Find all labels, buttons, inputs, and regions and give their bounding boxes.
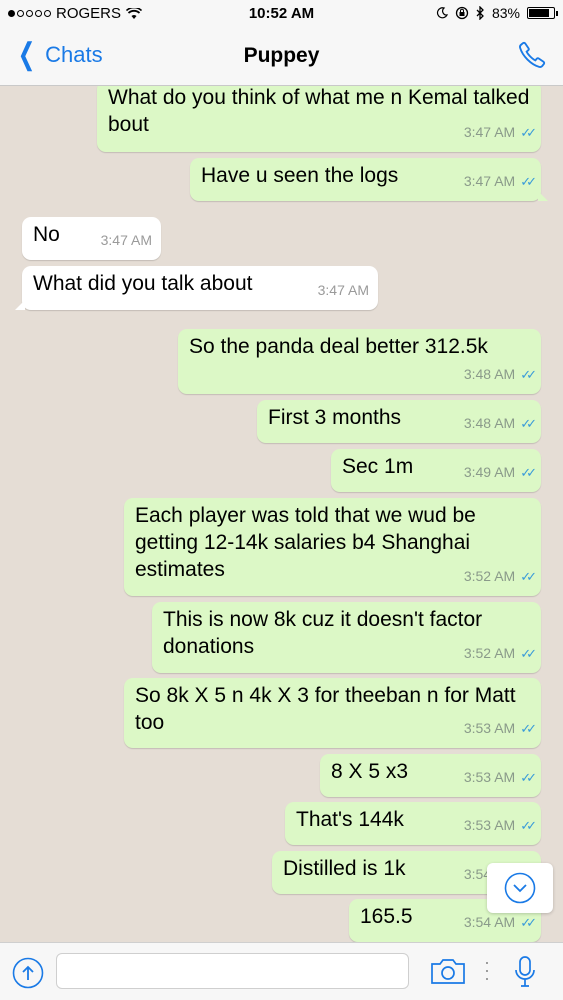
microphone-icon xyxy=(515,956,535,987)
message-bubble[interactable]: Each player was told that we wud be gett… xyxy=(124,498,541,596)
rotation-lock-icon xyxy=(455,6,469,20)
message-time: 3:53 AM xyxy=(463,769,516,785)
message-text: Each player was told that we wud be gett… xyxy=(135,504,476,581)
message-text: 8 X 5 x3 xyxy=(331,760,409,783)
microphone-button[interactable] xyxy=(513,955,537,994)
separator-dots: · · · xyxy=(484,952,490,988)
call-button[interactable] xyxy=(517,40,547,75)
battery-percent: 83% xyxy=(491,5,520,21)
message-time: 3:53 AM xyxy=(463,817,516,833)
message-text: That's 144k xyxy=(296,808,404,831)
message-bubble[interactable]: This is now 8k cuz it doesn't factor don… xyxy=(152,602,541,673)
chat-header: ❮ Chats Puppey xyxy=(0,28,563,86)
battery-fill xyxy=(529,9,549,17)
read-receipt-icon: ✓✓ xyxy=(520,174,537,189)
composer-bar: · · · xyxy=(0,942,563,1000)
message-input[interactable] xyxy=(56,953,409,989)
bluetooth-icon xyxy=(476,6,484,20)
message-bubble[interactable]: 8 X 5 x3 3:53 AM ✓✓ xyxy=(320,754,541,797)
message-text: Sec 1m xyxy=(342,455,414,478)
message-bubble[interactable]: Sec 1m 3:49 AM ✓✓ xyxy=(331,449,541,492)
battery-icon xyxy=(527,7,558,19)
message-text: This is now 8k cuz it doesn't factor don… xyxy=(163,608,483,658)
status-right: 83% xyxy=(436,5,558,21)
message-bubble[interactable]: So the panda deal better 312.5k 3:48 AM ✓… xyxy=(178,329,541,394)
message-text: 165.5 xyxy=(360,905,413,928)
moon-icon xyxy=(436,7,448,19)
chevron-down-circle-icon xyxy=(504,872,536,904)
read-receipt-icon: ✓✓ xyxy=(520,646,537,661)
message-meta: 3:54 AM ✓✓ xyxy=(463,909,537,936)
message-meta: 3:47 AM ✓✓ xyxy=(463,168,537,195)
read-receipt-icon: ✓✓ xyxy=(520,721,537,736)
message-bubble[interactable]: That's 144k 3:53 AM ✓✓ xyxy=(285,802,541,845)
message-time: 3:52 AM xyxy=(463,645,516,661)
bubble-tail xyxy=(15,300,25,310)
scroll-to-bottom-button[interactable] xyxy=(487,863,553,913)
message-meta: 3:47 AM xyxy=(318,277,369,304)
message-list[interactable]: What do you think of what me n Kemal tal… xyxy=(0,86,563,942)
message-bubble[interactable]: First 3 months 3:48 AM ✓✓ xyxy=(257,400,541,443)
message-text: So the panda deal better 312.5k xyxy=(189,335,488,358)
message-meta: 3:48 AM ✓✓ xyxy=(463,410,537,437)
bubble-tail xyxy=(538,191,548,201)
read-receipt-icon: ✓✓ xyxy=(520,569,537,584)
attach-button[interactable] xyxy=(12,957,44,994)
read-receipt-icon: ✓✓ xyxy=(520,465,537,480)
message-bubble[interactable]: What do you think of what me n Kemal tal… xyxy=(97,86,541,152)
message-meta: 3:49 AM ✓✓ xyxy=(463,459,537,486)
message-meta: 3:52 AM ✓✓ xyxy=(463,563,537,590)
read-receipt-icon: ✓✓ xyxy=(520,915,537,930)
contact-name[interactable]: Puppey xyxy=(0,44,563,68)
message-time: 3:52 AM xyxy=(463,568,516,584)
camera-button[interactable] xyxy=(430,957,466,990)
message-meta: 3:48 AM ✓✓ xyxy=(463,361,537,388)
message-time: 3:53 AM xyxy=(463,720,516,736)
read-receipt-icon: ✓✓ xyxy=(520,770,537,785)
message-bubble[interactable]: Have u seen the logs 3:47 AM ✓✓ xyxy=(190,158,548,201)
message-meta: 3:53 AM ✓✓ xyxy=(463,715,537,742)
message-meta: 3:52 AM ✓✓ xyxy=(463,640,537,667)
message-meta: 3:47 AM xyxy=(101,227,152,254)
upload-icon xyxy=(12,957,44,989)
message-time: 3:48 AM xyxy=(463,366,516,382)
message-time: 3:47 AM xyxy=(463,173,516,189)
message-text: No xyxy=(33,223,60,246)
message-time: 3:47 AM xyxy=(463,124,516,140)
message-bubble[interactable]: So 8k X 5 n 4k X 3 for theeban n for Mat… xyxy=(124,678,541,748)
message-bubble[interactable]: What did you talk about 3:47 AM xyxy=(15,266,378,310)
message-time: 3:47 AM xyxy=(100,232,152,248)
message-text: What did you talk about xyxy=(33,272,253,295)
message-text: Distilled is 1k xyxy=(283,857,406,880)
read-receipt-icon: ✓✓ xyxy=(520,367,537,382)
read-receipt-icon: ✓✓ xyxy=(520,125,537,140)
message-time: 3:54 AM xyxy=(463,914,516,930)
read-receipt-icon: ✓✓ xyxy=(520,818,537,833)
read-receipt-icon: ✓✓ xyxy=(520,416,537,431)
message-text: So 8k X 5 n 4k X 3 for theeban n for Mat… xyxy=(135,684,516,734)
message-bubble[interactable]: No 3:47 AM xyxy=(22,217,161,260)
message-time: 3:47 AM xyxy=(317,282,369,298)
message-meta: 3:53 AM ✓✓ xyxy=(463,812,537,839)
message-text: First 3 months xyxy=(268,406,402,429)
message-meta: 3:53 AM ✓✓ xyxy=(463,764,537,791)
status-bar: ROGERS 10:52 AM 83% xyxy=(0,0,563,28)
message-time: 3:49 AM xyxy=(463,464,516,480)
camera-icon xyxy=(431,959,465,984)
message-text: Have u seen the logs xyxy=(201,164,399,187)
message-time: 3:48 AM xyxy=(463,415,516,431)
message-meta: 3:47 AM ✓✓ xyxy=(463,119,537,146)
phone-icon xyxy=(519,41,546,68)
